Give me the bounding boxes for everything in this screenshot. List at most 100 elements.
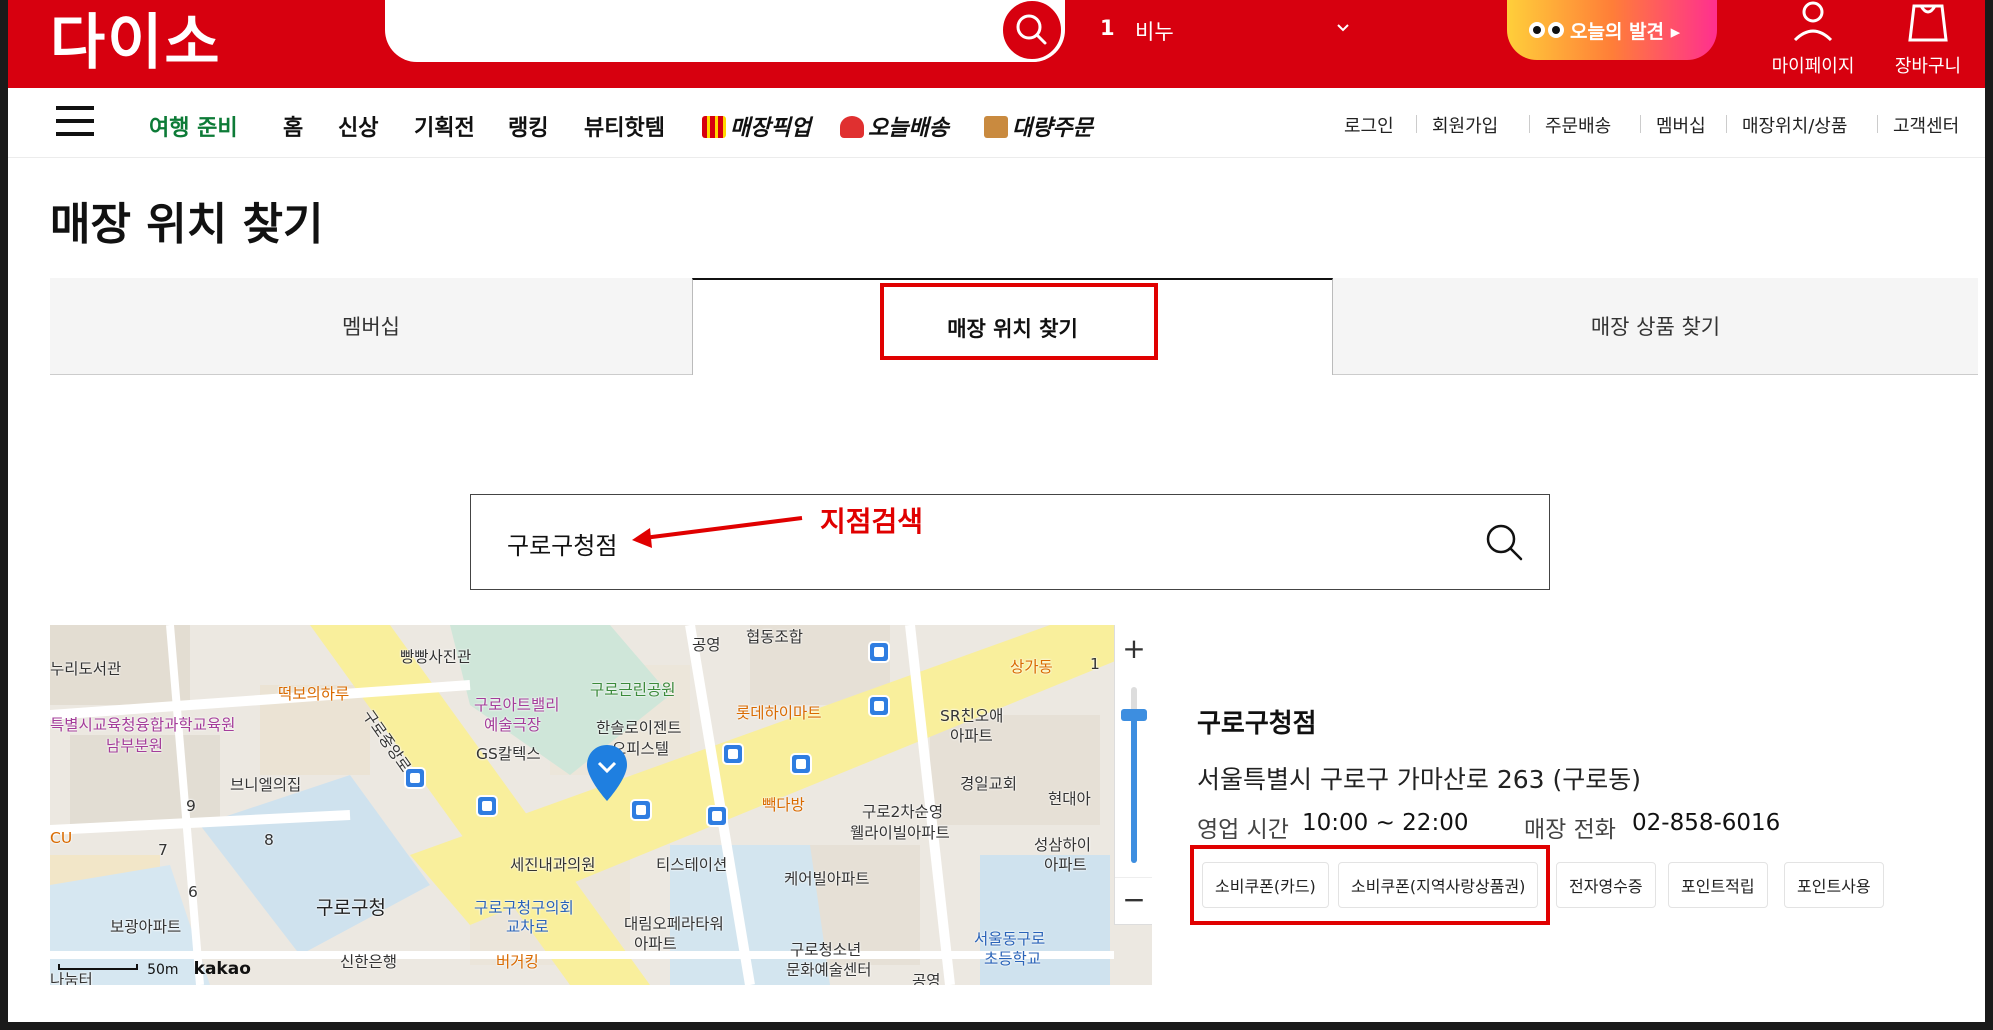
tab-store-location[interactable]: 매장 위치 찾기 (692, 278, 1333, 375)
block-number: 7 (158, 841, 168, 859)
map-zoom-control: + − (1114, 625, 1152, 925)
map-label: 신한은행 (340, 953, 398, 971)
nav-store-pickup[interactable]: 매장픽업 (702, 110, 811, 142)
store-phone[interactable]: 02-858-6016 (1632, 810, 1780, 836)
map-label: 구로아트밸리 (474, 696, 560, 714)
search-icon (1016, 14, 1047, 45)
service-tag-coupon-card: 소비쿠폰(카드) (1202, 862, 1329, 908)
map-label: 상가동 (1010, 658, 1053, 676)
nav-ranking[interactable]: 랭킹 (508, 110, 548, 142)
shopping-bag-icon (1908, 4, 1948, 42)
bus-stop-icon[interactable] (404, 767, 426, 789)
map-label: 세진내과의원 (510, 856, 596, 874)
store-map[interactable]: 누리도서관 빵빵사진관 떡보의하루 특별시교육청융합과학교육원 남부분원 구로아… (50, 625, 1152, 985)
nav-bulk-order-label: 대량주문 (1012, 116, 1093, 141)
store-hours: 10:00 ~ 22:00 (1302, 810, 1469, 836)
map-label: 아파트 (1044, 856, 1087, 874)
map-pin-icon[interactable] (585, 743, 629, 803)
util-store-location[interactable]: 매장위치/상품 (1742, 112, 1847, 138)
map-label: 공영 (912, 972, 941, 985)
nav-special[interactable]: 기획전 (414, 110, 475, 142)
global-search-input[interactable] (385, 0, 1065, 62)
map-label: 빽다방 (762, 796, 805, 814)
util-separator (1726, 115, 1727, 133)
map-label: 브니엘의집 (230, 776, 302, 794)
kakao-logo[interactable]: kakao (194, 959, 251, 979)
block-number: 9 (186, 797, 196, 815)
todays-discovery-button[interactable]: 오늘의 발견 ▸ (1507, 0, 1717, 60)
service-tag-point-earn: 포인트적립 (1668, 862, 1768, 908)
nav-beauty[interactable]: 뷰티핫템 (584, 110, 665, 142)
mypage-label: 마이페이지 (1771, 56, 1855, 77)
tab-bar: 멤버십 매장 위치 찾기 매장 상품 찾기 (50, 278, 1978, 375)
map-label: 케어빌아파트 (784, 870, 870, 888)
hamburger-menu-icon[interactable] (56, 106, 94, 136)
service-tag-coupon-voucher: 소비쿠폰(지역사랑상품권) (1338, 862, 1539, 908)
zoom-slider-handle[interactable] (1121, 709, 1147, 721)
daiso-logo[interactable]: 다이소 (50, 0, 222, 81)
util-separator (1416, 115, 1417, 133)
search-icon[interactable] (1483, 521, 1525, 563)
global-search-button[interactable] (1000, 0, 1064, 62)
map-label: 특별시교육청융합과학교육원 (50, 716, 236, 734)
service-tag-point-use: 포인트사용 (1784, 862, 1884, 908)
map-label: 누리도서관 (50, 660, 122, 678)
util-customer-center[interactable]: 고객센터 (1893, 112, 1959, 138)
bus-stop-icon[interactable] (630, 799, 652, 821)
store-name: 구로구청점 (1197, 709, 1317, 739)
map-label: 현대아 (1048, 790, 1091, 808)
bus-stop-icon[interactable] (868, 695, 890, 717)
tab-membership[interactable]: 멤버십 (50, 278, 692, 375)
annotation-arrow-icon (632, 516, 803, 548)
map-label: 한솔로이젠트 (596, 719, 682, 737)
map-label: 보광아파트 (110, 918, 182, 936)
util-orders[interactable]: 주문배송 (1545, 112, 1611, 138)
zoom-in-button[interactable]: + (1115, 625, 1152, 673)
map-label: 웰라이빌아파트 (850, 824, 950, 842)
map-label: 성삼하이 (1034, 836, 1092, 854)
map-label: 초등학교 (984, 950, 1042, 968)
trending-keyword[interactable]: 비누 (1135, 16, 1174, 46)
nav-today-delivery[interactable]: 오늘배송 (840, 110, 949, 142)
chevron-down-icon[interactable] (1333, 18, 1353, 38)
map-label: 교차로 (506, 918, 549, 936)
map-label: 아파트 (634, 935, 677, 953)
nav-home[interactable]: 홈 (283, 110, 303, 142)
bus-stop-icon[interactable] (706, 805, 728, 827)
nav-bulk-order[interactable]: 대량주문 (984, 110, 1093, 142)
nav-new[interactable]: 신상 (338, 110, 378, 142)
map-label: 서울동구로 (974, 930, 1046, 948)
nav-store-pickup-label: 매장픽업 (730, 116, 811, 141)
mypage-button[interactable]: 마이페이지 (1765, 0, 1861, 78)
util-separator (1529, 115, 1530, 133)
block-number: 8 (264, 831, 274, 849)
store-address: 서울특별시 구로구 가마산로 263 (구로동) (1197, 765, 1642, 794)
bus-stop-icon[interactable] (868, 641, 890, 663)
user-icon (1793, 1, 1833, 42)
map-label: 대림오페라타워 (624, 915, 724, 933)
nav-travel-prep[interactable]: 여행 준비 (149, 110, 238, 142)
util-signup[interactable]: 회원가입 (1432, 112, 1498, 138)
util-login[interactable]: 로그인 (1344, 112, 1394, 138)
map-label: 버거킹 (496, 953, 539, 971)
store-phone-label: 매장 전화 (1524, 817, 1616, 843)
todays-discovery-label: 오늘의 발견 ▸ (1570, 20, 1681, 43)
box-icon (984, 116, 1008, 138)
map-label: 남부분원 (106, 737, 164, 755)
zoom-level-fill (1131, 717, 1137, 863)
bus-stop-icon[interactable] (722, 743, 744, 765)
top-header: 다이소 1 비누 오늘의 발견 ▸ 마이페이지 장바구니 (8, 0, 1985, 88)
store-hours-label: 영업 시간 (1197, 817, 1289, 843)
map-label: 아파트 (950, 727, 993, 745)
main-nav: 여행 준비 홈 신상 기획전 랭킹 뷰티핫템 매장픽업 오늘배송 대량주문 로그… (8, 88, 1985, 158)
bus-stop-icon[interactable] (476, 795, 498, 817)
map-label: 구로근린공원 (590, 681, 676, 699)
util-separator (1877, 115, 1878, 133)
zoom-out-button[interactable]: − (1115, 877, 1152, 925)
bus-stop-icon[interactable] (790, 753, 812, 775)
cart-button[interactable]: 장바구니 (1880, 0, 1976, 78)
block-number: 6 (188, 883, 198, 901)
map-label: 빵빵사진관 (400, 648, 472, 666)
tab-store-products[interactable]: 매장 상품 찾기 (1333, 278, 1978, 375)
util-membership[interactable]: 멤버십 (1656, 112, 1706, 138)
